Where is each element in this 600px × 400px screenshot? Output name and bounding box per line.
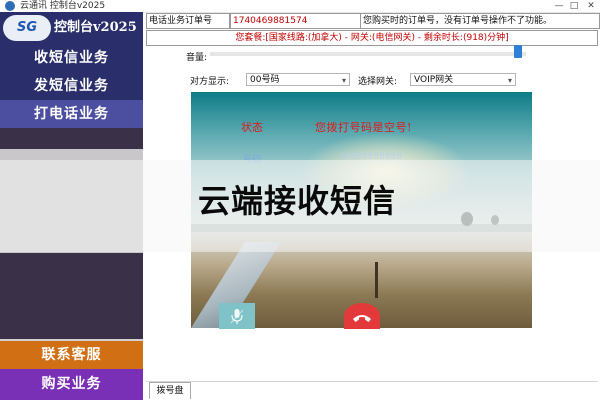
buy-service-button[interactable]: 购买业务 — [0, 369, 143, 400]
plan-info: 您套餐:[国家线路:(加拿大) - 网关:(电信网关) - 剩余时长:(918)… — [146, 30, 598, 46]
phone-hangup-icon — [353, 315, 371, 322]
overlay-title: 云端接收短信 — [198, 182, 397, 220]
minimize-button[interactable]: — — [552, 0, 566, 12]
volume-slider-thumb[interactable] — [514, 45, 522, 58]
sidebar-item-phone-call[interactable]: 打电话业务 — [0, 100, 143, 128]
microphone-icon — [230, 309, 244, 324]
sidebar-spacer — [0, 253, 143, 339]
order-row: 电话业务订单号 您购买时的订单号，没有订单号操作不了功能。 — [146, 13, 600, 29]
scene-post — [375, 262, 378, 298]
tab-strip-line — [146, 381, 598, 382]
order-number-input[interactable] — [230, 13, 362, 29]
app-icon — [5, 1, 15, 11]
chevron-down-icon: ▾ — [507, 76, 512, 85]
microphone-button[interactable] — [219, 303, 255, 329]
logo: SG 控制台v2025 — [0, 12, 143, 44]
sidebar-item-send-sms[interactable]: 发短信业务 — [0, 72, 143, 100]
hangup-button[interactable] — [344, 303, 380, 329]
display-label: 对方显示: — [190, 77, 230, 87]
volume-slider-track[interactable] — [210, 52, 526, 56]
contact-support-button[interactable]: 联系客服 — [0, 341, 143, 369]
window-title: 云通讯 控制台v2025 — [20, 1, 106, 11]
close-button[interactable]: ✕ — [584, 0, 598, 12]
call-status-label: 状态 — [241, 121, 263, 134]
call-status-message: 您拨打号码是空号! — [315, 121, 412, 134]
order-label: 电话业务订单号 — [146, 13, 230, 29]
order-hint: 您购买时的订单号，没有订单号操作不了功能。 — [360, 13, 600, 29]
volume-label: 音量: — [186, 53, 208, 63]
gateway-label: 选择网关: — [358, 77, 398, 87]
chevron-down-icon: ▾ — [341, 76, 346, 85]
logo-name: 控制台v2025 — [54, 20, 137, 35]
tab-dial-pad[interactable]: 拨号盘 — [149, 382, 191, 399]
sidebar-item-receive-sms[interactable]: 收短信业务 — [0, 44, 143, 72]
display-number-select[interactable]: 00号码 ▾ — [246, 73, 350, 86]
maximize-button[interactable]: □ — [567, 0, 581, 12]
gateway-value: VOIP网关 — [414, 75, 454, 85]
gateway-select[interactable]: VOIP网关 ▾ — [410, 73, 516, 86]
display-number-value: 00号码 — [250, 75, 280, 85]
sidebar-spacer — [0, 128, 143, 149]
logo-badge: SG — [3, 15, 51, 41]
